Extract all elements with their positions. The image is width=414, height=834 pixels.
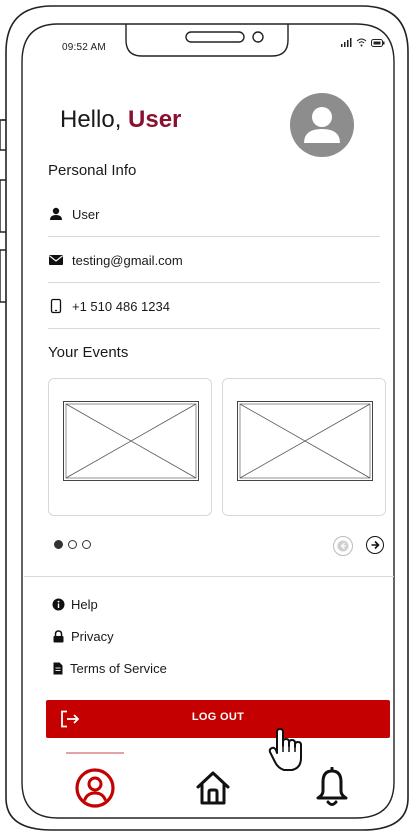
- divider: [48, 328, 380, 329]
- lock-icon: [53, 629, 64, 642]
- greeting-text: Hello,: [60, 106, 122, 133]
- carousel-dot[interactable]: [54, 540, 63, 549]
- home-icon: [196, 771, 230, 805]
- logout-label: LOG OUT: [191, 711, 245, 723]
- arrow-right-icon: [371, 540, 380, 550]
- logout-button[interactable]: LOG OUT: [46, 700, 390, 738]
- divider: [48, 236, 380, 237]
- status-icons: [340, 38, 385, 47]
- wifi-icon: [356, 38, 367, 47]
- nav-home-button[interactable]: [188, 763, 238, 813]
- terms-label: Terms of Service: [70, 660, 167, 676]
- privacy-link[interactable]: Privacy: [52, 624, 114, 648]
- signal-icon: [341, 38, 352, 47]
- info-name: User: [72, 206, 100, 222]
- info-email: testing@gmail.com: [72, 252, 183, 268]
- greeting: Hello, User: [60, 106, 181, 134]
- carousel-indicator: [54, 540, 91, 549]
- event-card[interactable]: [222, 378, 386, 516]
- arrow-left-icon: [337, 540, 349, 552]
- info-row-phone: +1 510 486 1234: [48, 284, 380, 328]
- carousel-dot[interactable]: [68, 540, 77, 549]
- avatar[interactable]: [290, 93, 354, 157]
- active-tab-indicator: [66, 752, 124, 754]
- bell-icon: [316, 767, 348, 806]
- document-icon: [53, 662, 63, 674]
- mail-icon: [49, 255, 63, 265]
- terms-link[interactable]: Terms of Service: [52, 656, 167, 680]
- info-row-name: User: [48, 192, 380, 236]
- battery-icon: [371, 38, 385, 47]
- info-icon: [52, 598, 65, 610]
- divider: [24, 576, 394, 577]
- help-label: Help: [71, 596, 98, 612]
- image-placeholder-icon: [237, 401, 373, 481]
- nav-notifications-button[interactable]: [307, 763, 357, 813]
- events-title: Your Events: [48, 344, 129, 361]
- phone-icon: [50, 298, 62, 314]
- status-time: 09:52 AM: [62, 42, 106, 53]
- greeting-user-name: User: [128, 106, 182, 133]
- nav-profile-button[interactable]: [70, 763, 120, 813]
- carousel-dot[interactable]: [82, 540, 91, 549]
- user-icon: [50, 207, 62, 220]
- carousel-next-button[interactable]: [366, 536, 384, 554]
- hand-cursor-icon: [268, 728, 302, 771]
- profile-icon: [75, 768, 115, 808]
- info-phone: +1 510 486 1234: [72, 298, 170, 314]
- carousel-prev-button[interactable]: [333, 536, 353, 556]
- personal-info-title: Personal Info: [48, 162, 137, 179]
- info-row-email: testing@gmail.com: [48, 238, 380, 282]
- event-card[interactable]: [48, 378, 212, 516]
- person-icon: [304, 107, 340, 143]
- privacy-label: Privacy: [71, 628, 114, 644]
- divider: [48, 282, 380, 283]
- help-link[interactable]: Help: [52, 592, 98, 616]
- image-placeholder-icon: [63, 401, 199, 481]
